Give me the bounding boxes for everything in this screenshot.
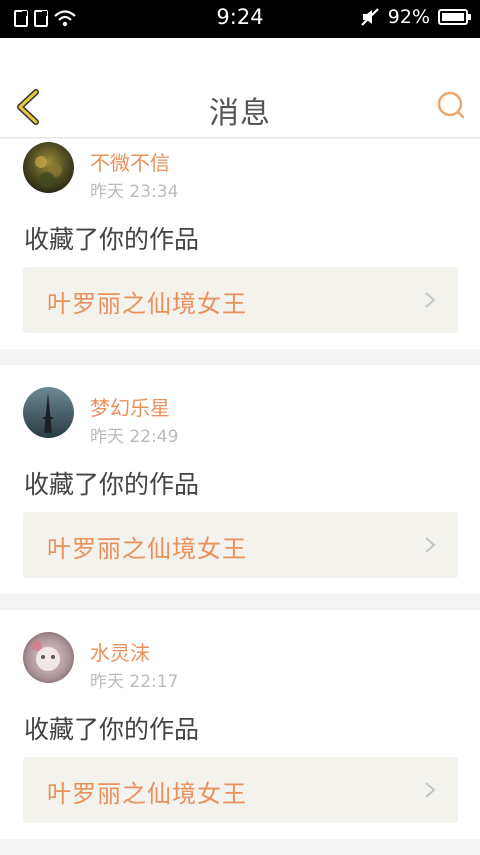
avatar[interactable] xyxy=(23,142,74,193)
app-header: 消息 xyxy=(0,38,480,138)
status-bar: 9:24 92% xyxy=(0,0,480,38)
message-card: 梦幻乐星 昨天 22:49 收藏了你的作品 叶罗丽之仙境女王 xyxy=(0,365,480,594)
work-link[interactable]: 叶罗丽之仙境女王 xyxy=(23,757,458,823)
username[interactable]: 梦幻乐星 xyxy=(90,392,170,421)
avatar[interactable] xyxy=(23,632,74,683)
message-time: 昨天 22:49 xyxy=(90,427,179,447)
message-card: 水灵沫 昨天 22:17 收藏了你的作品 叶罗丽之仙境女王 xyxy=(0,610,480,839)
message-time: 昨天 22:17 xyxy=(90,672,179,692)
chevron-right-icon xyxy=(425,292,436,308)
work-title: 叶罗丽之仙境女王 xyxy=(47,535,247,563)
search-icon xyxy=(437,91,465,119)
work-link[interactable]: 叶罗丽之仙境女王 xyxy=(23,512,458,578)
action-text: 收藏了你的作品 xyxy=(24,715,200,744)
message-list: 不微不信 昨天 23:34 收藏了你的作品 叶罗丽之仙境女王 梦幻乐星 昨天 2… xyxy=(0,139,480,855)
work-title: 叶罗丽之仙境女王 xyxy=(47,780,247,808)
work-title: 叶罗丽之仙境女王 xyxy=(47,290,247,318)
work-link[interactable]: 叶罗丽之仙境女王 xyxy=(23,267,458,333)
action-text: 收藏了你的作品 xyxy=(24,470,200,499)
username[interactable]: 水灵沫 xyxy=(90,637,150,666)
search-button[interactable] xyxy=(436,90,466,120)
mute-icon xyxy=(360,8,379,26)
chevron-right-icon xyxy=(425,537,436,553)
avatar[interactable] xyxy=(23,387,74,438)
username[interactable]: 不微不信 xyxy=(90,147,170,176)
action-text: 收藏了你的作品 xyxy=(24,225,200,254)
chevron-right-icon xyxy=(425,782,436,798)
message-card: 不微不信 昨天 23:34 收藏了你的作品 叶罗丽之仙境女王 xyxy=(0,139,480,349)
battery-icon xyxy=(438,9,471,25)
message-time: 昨天 23:34 xyxy=(90,182,179,202)
page-title: 消息 xyxy=(209,96,271,131)
status-right-icons: 92% xyxy=(360,6,471,28)
battery-percent: 92% xyxy=(387,6,430,28)
